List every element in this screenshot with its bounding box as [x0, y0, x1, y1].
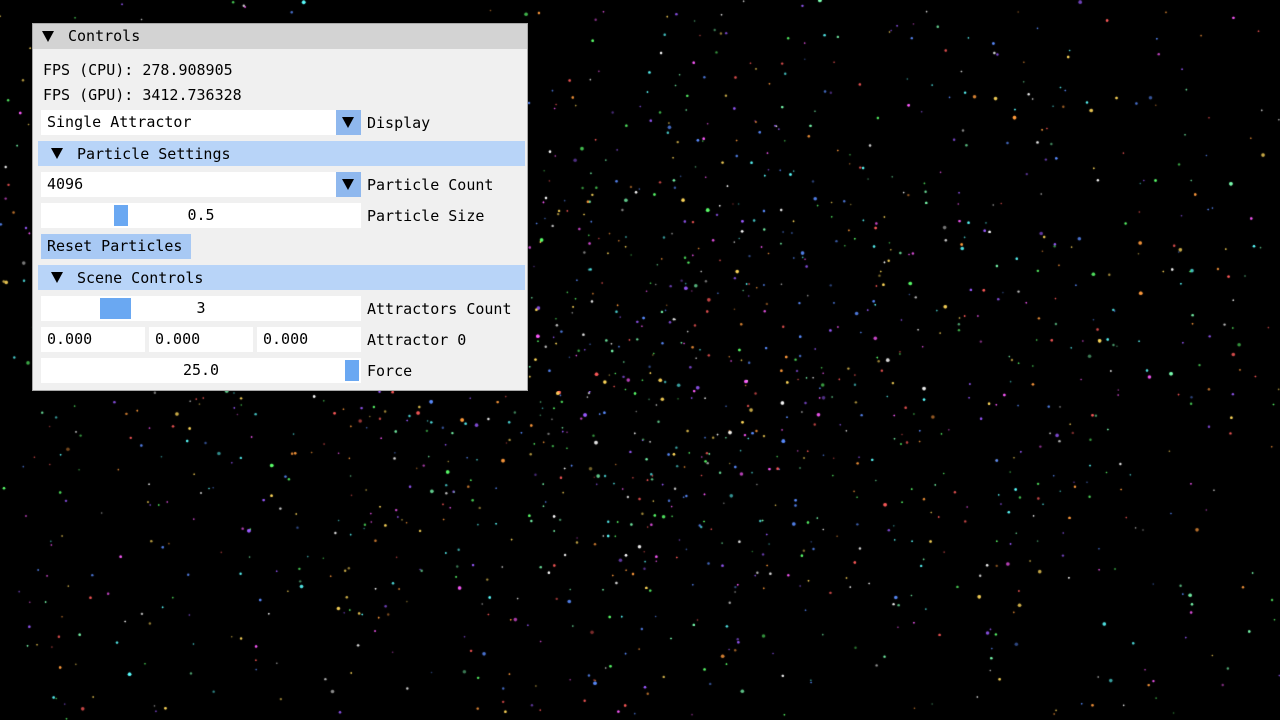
scene-controls-title: Scene Controls [77, 269, 204, 287]
attractor-z-input[interactable]: 0.000 [257, 327, 361, 352]
controls-title-bar[interactable]: Controls [33, 24, 527, 49]
particle-count-combo-arrow[interactable] [336, 172, 361, 197]
particle-size-slider[interactable]: 0.5 [41, 203, 361, 228]
attractor-z-value: 0.000 [263, 330, 309, 348]
particle-size-value: 0.5 [187, 206, 215, 224]
controls-window[interactable]: Controls FPS (CPU): 278.908905 FPS (GPU)… [32, 23, 528, 391]
window-title: Controls [68, 27, 141, 45]
scene-controls-header[interactable]: Scene Controls [38, 265, 525, 290]
reset-particles-button[interactable]: Reset Particles [41, 234, 191, 259]
display-label: Display [367, 114, 431, 132]
attractor-y-value: 0.000 [155, 330, 201, 348]
attractor-x-value: 0.000 [47, 330, 93, 348]
particle-settings-title: Particle Settings [77, 145, 231, 163]
reset-particles-label: Reset Particles [47, 237, 183, 255]
force-label: Force [367, 362, 413, 380]
chevron-down-icon [342, 179, 354, 190]
collapse-triangle-icon[interactable] [42, 31, 54, 42]
display-combo[interactable]: Single Attractor [41, 110, 361, 135]
attractors-count-value: 3 [196, 299, 206, 317]
particle-count-value: 4096 [47, 175, 84, 193]
fps-cpu-text: FPS (CPU): 278.908905 [43, 61, 233, 79]
particle-size-label: Particle Size [367, 207, 485, 225]
attractors-count-slider[interactable]: 3 [41, 296, 361, 321]
chevron-down-icon [342, 117, 354, 128]
display-combo-arrow[interactable] [336, 110, 361, 135]
particle-count-combo[interactable]: 4096 [41, 172, 361, 197]
attractor-y-input[interactable]: 0.000 [149, 327, 253, 352]
force-slider[interactable]: 25.0 [41, 358, 361, 383]
force-value: 25.0 [182, 361, 220, 379]
collapse-triangle-icon [51, 272, 63, 283]
collapse-triangle-icon [51, 148, 63, 159]
display-combo-value: Single Attractor [47, 113, 192, 131]
particle-count-label: Particle Count [367, 176, 494, 194]
attractors-count-label: Attractors Count [367, 300, 512, 318]
attractor-0-label: Attractor 0 [367, 331, 467, 349]
fps-gpu-text: FPS (GPU): 3412.736328 [43, 86, 242, 104]
particle-settings-header[interactable]: Particle Settings [38, 141, 525, 166]
attractor-x-input[interactable]: 0.000 [41, 327, 145, 352]
